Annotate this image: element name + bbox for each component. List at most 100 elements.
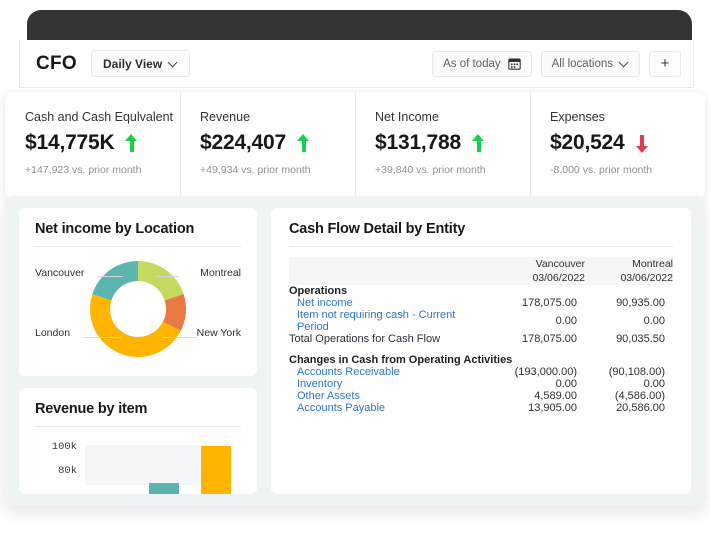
section-heading: Operations (289, 285, 673, 297)
row-value-montreal: 0.00 (585, 309, 673, 333)
bar-chart-plot (85, 439, 241, 494)
row-label-link[interactable]: Accounts Receivable (297, 366, 400, 378)
row-value-vancouver: 4,589.00 (489, 390, 585, 402)
row-value-vancouver: 0.00 (489, 378, 585, 390)
leader-line-london (83, 337, 121, 338)
leader-line-vancouver (97, 276, 123, 277)
row-value-vancouver: 0.00 (489, 309, 585, 333)
bar-2[interactable] (149, 483, 179, 494)
trend-down-icon (636, 134, 649, 153)
row-label[interactable]: Accounts Receivable (289, 366, 489, 378)
header-cell-montreal: Montreal 03/06/2022 (585, 257, 673, 285)
divider (35, 426, 241, 427)
table-row: Accounts Receivable(193,000.00)(90,108.0… (289, 366, 673, 378)
kpi-label: Cash and Cash Equlvalent (25, 110, 180, 124)
donut-chart-svg (76, 251, 200, 367)
row-label[interactable]: Other Assets (289, 390, 489, 402)
donut-label-montreal: Montreal (200, 267, 241, 279)
header-cell-blank (289, 257, 489, 285)
column-date: 03/06/2022 (585, 271, 673, 285)
column-location: Vancouver (489, 257, 585, 271)
row-value-montreal: 0.00 (585, 378, 673, 390)
divider (35, 246, 241, 247)
row-value-montreal: 20,586.00 (585, 402, 673, 414)
kpi-card-net-income: Net Income $131,788 +39,840 vs. prior mo… (355, 92, 530, 200)
y-tick-label: 80k (58, 465, 77, 477)
app-toolbar: CFO Daily View As of today All locati (19, 40, 694, 88)
row-value-vancouver: 178,075.00 (489, 297, 585, 309)
kpi-value: $131,788 (375, 131, 461, 155)
left-column: Net income by Location Vancouver Montrea… (19, 208, 257, 494)
kpi-delta: +39,840 vs. prior month (375, 164, 530, 176)
kpi-strip: Cash and Cash Equlvalent $14,775K +147,9… (5, 92, 705, 200)
row-label[interactable]: Net income (289, 297, 489, 309)
cash-flow-table: Vancouver 03/06/2022 Montreal 03/06/2022… (289, 257, 673, 414)
row-label-link[interactable]: Net income (297, 297, 353, 309)
trend-up-icon (297, 134, 310, 153)
row-label[interactable]: Accounts Payable (289, 402, 489, 414)
add-widget-button[interactable]: + (649, 51, 681, 77)
location-filter[interactable]: All locations (541, 51, 640, 77)
toolbar-right-group: As of today All locations + (432, 51, 681, 77)
card-title: Cash Flow Detail by Entity (289, 221, 673, 237)
dashboard-screenshot: CFO Daily View As of today All locati (0, 0, 710, 540)
row-label-link[interactable]: Item not requiring cash - Current Period (297, 309, 455, 333)
row-label: Total Operations for Cash Flow (289, 333, 489, 345)
right-column: Cash Flow Detail by Entity Vancouver 03/… (271, 208, 691, 494)
kpi-card-cash: Cash and Cash Equlvalent $14,775K +147,9… (5, 92, 180, 200)
row-label[interactable]: Item not requiring cash - Current Period (289, 309, 489, 333)
kpi-card-expenses: Expenses $20,524 -8,000 vs. prior month (530, 92, 705, 200)
row-value-vancouver: 13,905.00 (489, 402, 585, 414)
row-label-link[interactable]: Accounts Payable (297, 402, 385, 414)
donut-slice-montreal[interactable] (138, 261, 184, 300)
header-cell-vancouver: Vancouver 03/06/2022 (489, 257, 585, 285)
kpi-label: Revenue (200, 110, 355, 124)
donut-chart: Vancouver Montreal London New York (35, 249, 241, 369)
date-filter[interactable]: As of today (432, 51, 532, 77)
date-filter-label: As of today (443, 58, 501, 70)
dashboard-panel: Net income by Location Vancouver Montrea… (5, 196, 705, 506)
donut-label-new-york: New York (197, 327, 241, 339)
table-row: Other Assets 4,589.00(4,586.00) (289, 390, 673, 402)
kpi-value-row: $14,775K (25, 131, 180, 155)
table-row: Net income178,075.0090,935.00 (289, 297, 673, 309)
row-value-montreal: (4,586.00) (585, 390, 673, 402)
row-label-link[interactable]: Inventory (297, 378, 342, 390)
donut-slice-vancouver[interactable] (92, 261, 138, 300)
trend-up-icon (472, 134, 485, 153)
leader-line-new-york (163, 337, 197, 338)
trend-up-icon (125, 134, 138, 153)
cash-flow-detail-card: Cash Flow Detail by Entity Vancouver 03/… (271, 208, 691, 494)
kpi-delta: -8,000 vs. prior month (550, 164, 705, 176)
kpi-label: Expenses (550, 110, 705, 124)
row-value-vancouver: 178,075.00 (489, 333, 585, 345)
table-row: Accounts Payable 13,905.0020,586.00 (289, 402, 673, 414)
chevron-down-icon (620, 59, 629, 68)
bar-3[interactable] (201, 446, 231, 494)
kpi-delta: +49,934 vs. prior month (200, 164, 355, 176)
kpi-label: Net Income (375, 110, 530, 124)
kpi-value: $20,524 (550, 131, 625, 155)
donut-label-london: London (35, 327, 70, 339)
kpi-card-revenue: Revenue $224,407 +49,934 vs. prior month (180, 92, 355, 200)
donut-label-vancouver: Vancouver (35, 267, 84, 279)
kpi-value-row: $131,788 (375, 131, 530, 155)
table-header-row: Vancouver 03/06/2022 Montreal 03/06/2022 (289, 257, 673, 285)
revenue-by-item-card: Revenue by item 100k 80k (19, 388, 257, 494)
kpi-value-row: $20,524 (550, 131, 705, 155)
table-section-heading-row: Operations (289, 285, 673, 297)
table-row: Inventory 0.000.00 (289, 378, 673, 390)
view-selector[interactable]: Daily View (91, 50, 190, 77)
app-title: CFO (36, 53, 77, 75)
row-label-link[interactable]: Other Assets (297, 390, 360, 402)
row-value-montreal: (90,108.00) (585, 366, 673, 378)
kpi-value-row: $224,407 (200, 131, 355, 155)
row-label[interactable]: Inventory (289, 378, 489, 390)
column-location: Montreal (585, 257, 673, 271)
net-income-by-location-card: Net income by Location Vancouver Montrea… (19, 208, 257, 376)
column-date: 03/06/2022 (489, 271, 585, 285)
bar-chart: 100k 80k (35, 439, 241, 494)
kpi-value: $224,407 (200, 131, 286, 155)
kpi-delta: +147,923 vs. prior month (25, 164, 180, 176)
card-title: Revenue by item (35, 401, 241, 417)
